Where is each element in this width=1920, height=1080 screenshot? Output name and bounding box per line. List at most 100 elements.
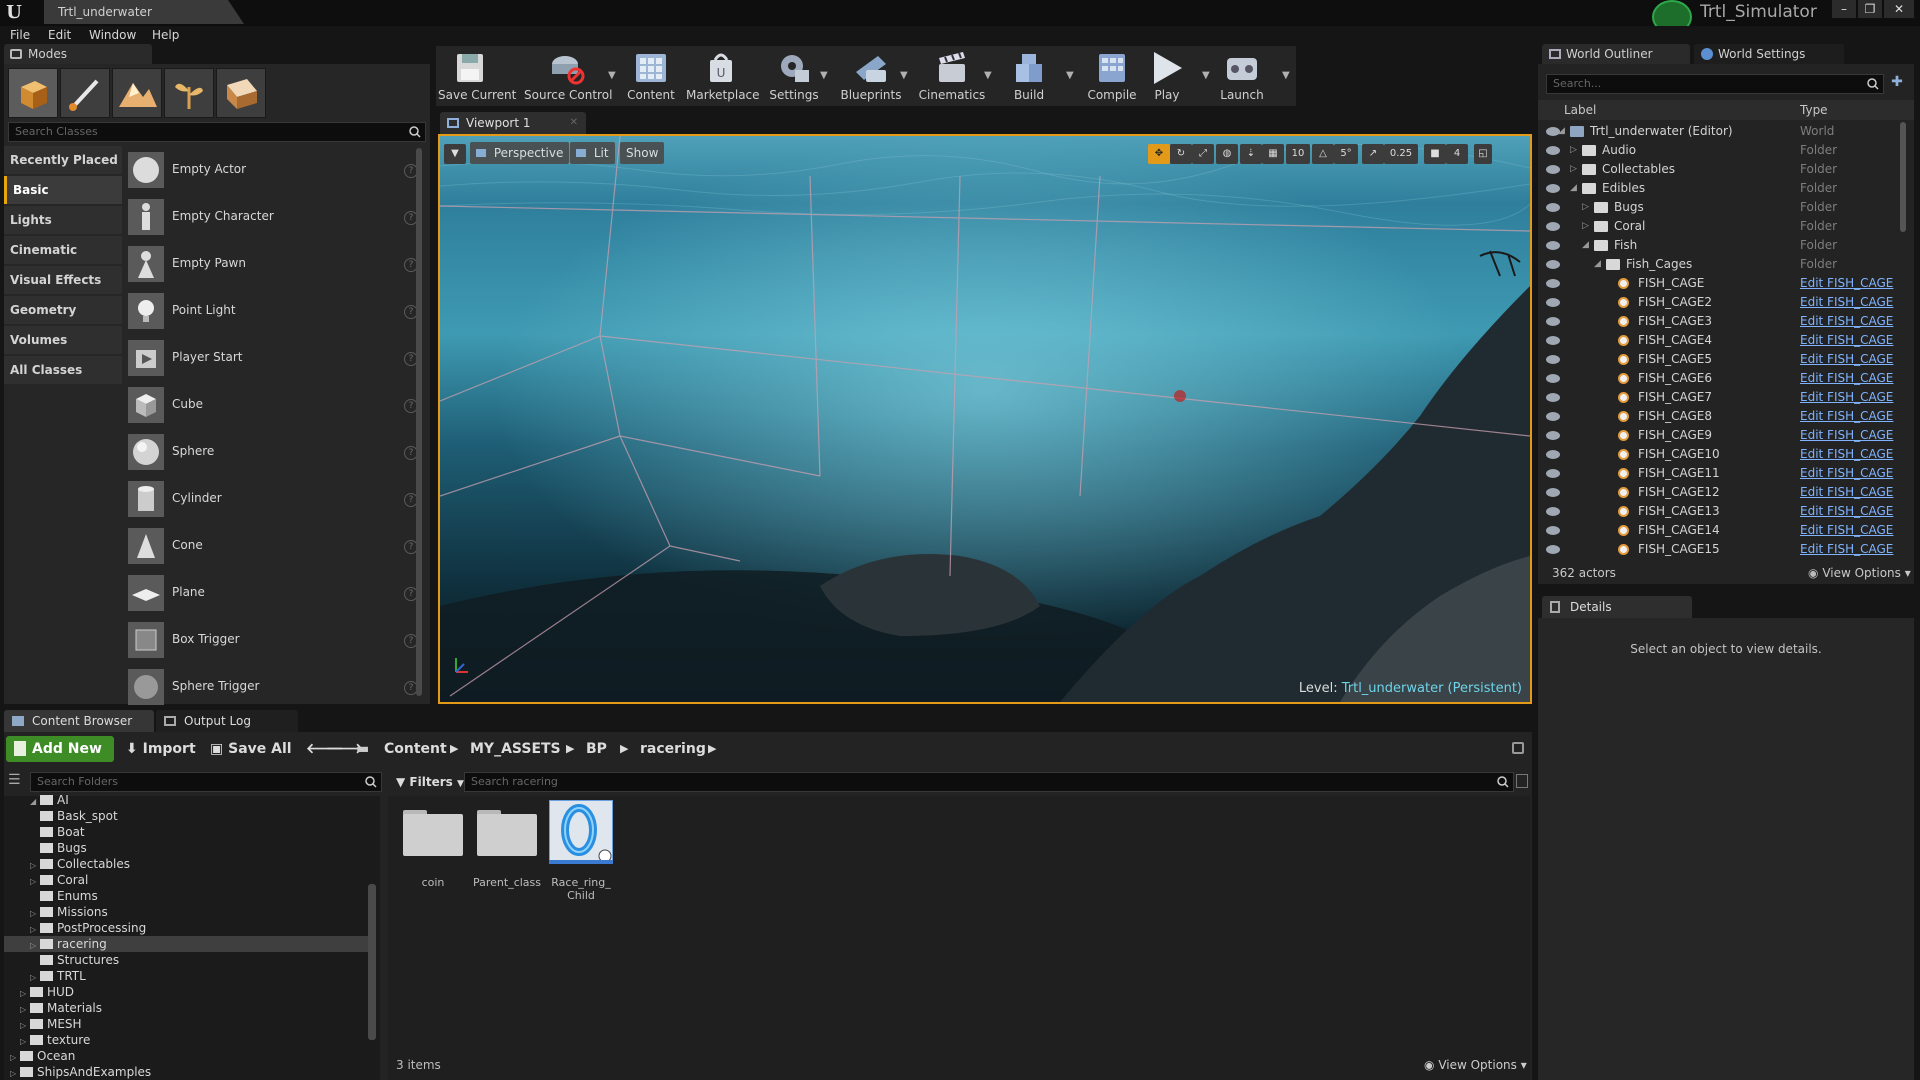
search-classes-input[interactable]: Search Classes	[8, 122, 426, 142]
label-column-header[interactable]: Label	[1564, 103, 1596, 117]
visibility-eye-icon[interactable]	[1546, 374, 1560, 383]
place-item-empty-character[interactable]: Empty Character ?	[128, 195, 418, 239]
category-cinematic[interactable]: Cinematic	[4, 236, 122, 264]
expand-arrow-icon[interactable]: ◢	[1594, 255, 1601, 274]
folder-tree-item[interactable]: ▷ Ocean	[4, 1048, 368, 1064]
outliner-row[interactable]: FISH_CAGE11 Edit FISH_CAGE	[1538, 464, 1906, 483]
visibility-eye-icon[interactable]	[1546, 260, 1560, 269]
content-button[interactable]: Content	[626, 48, 676, 106]
visibility-eye-icon[interactable]	[1546, 279, 1560, 288]
menu-help[interactable]: Help	[152, 26, 179, 44]
outliner-row-type[interactable]: Edit FISH_CAGE	[1800, 445, 1893, 464]
outliner-row[interactable]: FISH_CAGE12 Edit FISH_CAGE	[1538, 483, 1906, 502]
save-current-button[interactable]: Save Current	[438, 48, 516, 106]
place-item-player-start[interactable]: Player Start ?	[128, 336, 418, 380]
outliner-row[interactable]: ◢ Trtl_underwater (Editor) World	[1538, 122, 1906, 141]
expand-arrow-icon[interactable]: ◢	[1582, 236, 1589, 255]
details-tab[interactable]: Details	[1542, 596, 1692, 618]
outliner-row-type[interactable]: Edit FISH_CAGE	[1800, 350, 1893, 369]
lit-button[interactable]: Lit	[570, 142, 615, 164]
breadcrumb-racering[interactable]: racering	[640, 736, 706, 762]
breadcrumb-separator-icon[interactable]: ▶	[708, 736, 716, 762]
menu-edit[interactable]: Edit	[48, 26, 71, 44]
breadcrumb-separator-icon[interactable]: ▶	[620, 736, 628, 762]
folder-tree-item[interactable]: ▷ Collectables	[4, 856, 368, 872]
play-button[interactable]: Play	[1142, 48, 1192, 106]
outliner-row-type[interactable]: Edit FISH_CAGE	[1800, 274, 1893, 293]
place-item-sphere[interactable]: Sphere ?	[128, 430, 418, 474]
place-item-plane[interactable]: Plane ?	[128, 571, 418, 615]
place-item-empty-actor[interactable]: Empty Actor ?	[128, 148, 418, 192]
visibility-eye-icon[interactable]	[1546, 412, 1560, 421]
folder-tree-item[interactable]: ▷ Missions	[4, 904, 368, 920]
close-button[interactable]: ✕	[1884, 0, 1914, 18]
perspective-button[interactable]: Perspective	[470, 142, 570, 164]
visibility-eye-icon[interactable]	[1546, 450, 1560, 459]
outliner-row-type[interactable]: Edit FISH_CAGE	[1800, 407, 1893, 426]
maximize-viewport-icon[interactable]: ◱	[1474, 144, 1492, 164]
outliner-row[interactable]: FISH_CAGE Edit FISH_CAGE	[1538, 274, 1906, 293]
modes-scrollbar[interactable]	[416, 148, 422, 696]
grid-snap-icon[interactable]: ▦	[1262, 144, 1284, 164]
viewport-options-button[interactable]: ▼	[444, 144, 466, 164]
scale-tool-icon[interactable]: ⤢	[1192, 144, 1214, 164]
folder-tree-item[interactable]: ▷ Coral	[4, 872, 368, 888]
outliner-row-type[interactable]: Edit FISH_CAGE	[1800, 293, 1893, 312]
visibility-eye-icon[interactable]	[1546, 165, 1560, 174]
viewport-tab[interactable]: Viewport 1 ✕	[440, 112, 586, 134]
outliner-row-type[interactable]: Edit FISH_CAGE	[1800, 502, 1893, 521]
folder-tree-item[interactable]: ▷ Materials	[4, 1000, 368, 1016]
folder-tree-item[interactable]: Boat	[4, 824, 368, 840]
category-basic[interactable]: Basic	[4, 176, 122, 204]
asset-folder-parent-class[interactable]: Parent_class	[472, 800, 542, 889]
outliner-row[interactable]: FISH_CAGE15 Edit FISH_CAGE	[1538, 540, 1906, 558]
compile-button[interactable]: Compile	[1084, 48, 1140, 106]
grid-snap-value[interactable]: 10	[1286, 144, 1310, 164]
settings-dropdown-icon[interactable]: ▼	[820, 70, 828, 81]
scale-snap-value[interactable]: 0.25	[1384, 144, 1418, 164]
outliner-row[interactable]: ◢ Edibles Folder	[1538, 179, 1906, 198]
place-mode-button[interactable]	[8, 68, 58, 118]
lock-icon[interactable]	[1512, 742, 1524, 754]
breadcrumb-separator-icon[interactable]: ▶	[450, 736, 458, 762]
add-new-button[interactable]: Add New ▼	[6, 736, 114, 782]
surface-snap-icon[interactable]: ⇣	[1240, 144, 1262, 164]
visibility-eye-icon[interactable]	[1546, 298, 1560, 307]
outliner-row[interactable]: ▷ Collectables Folder	[1538, 160, 1906, 179]
place-item-sphere-trigger[interactable]: Sphere Trigger ?	[128, 665, 418, 709]
show-button[interactable]: Show	[620, 142, 665, 164]
outliner-scrollbar[interactable]	[1900, 122, 1906, 232]
breadcrumb-bp[interactable]: BP	[586, 736, 607, 762]
place-item-empty-pawn[interactable]: Empty Pawn ?	[128, 242, 418, 286]
outliner-row[interactable]: FISH_CAGE7 Edit FISH_CAGE	[1538, 388, 1906, 407]
play-dropdown-icon[interactable]: ▼	[1202, 70, 1210, 81]
outliner-row-type[interactable]: Edit FISH_CAGE	[1800, 483, 1893, 502]
source-control-dropdown-icon[interactable]: ▼	[608, 70, 616, 81]
minimize-button[interactable]: –	[1832, 0, 1856, 18]
folder-tree-item[interactable]: ▷ ShipsAndExamples	[4, 1064, 368, 1080]
visibility-eye-icon[interactable]	[1546, 355, 1560, 364]
category-lights[interactable]: Lights	[4, 206, 122, 234]
expand-arrow-icon[interactable]: ◢	[1558, 122, 1565, 141]
visibility-eye-icon[interactable]	[1546, 317, 1560, 326]
place-item-point-light[interactable]: Point Light ?	[128, 289, 418, 333]
expand-arrow-icon[interactable]: ▷	[1582, 217, 1589, 236]
camera-speed-value[interactable]: 4	[1446, 144, 1468, 164]
search-assets-input[interactable]: Search racering	[464, 772, 1514, 792]
folder-tree-item[interactable]: ▷ texture	[4, 1032, 368, 1048]
menu-window[interactable]: Window	[89, 26, 136, 44]
camera-speed-icon[interactable]: ■	[1424, 144, 1446, 164]
visibility-eye-icon[interactable]	[1546, 469, 1560, 478]
paint-mode-button[interactable]	[60, 68, 110, 118]
foliage-mode-button[interactable]	[164, 68, 214, 118]
outliner-row[interactable]: FISH_CAGE6 Edit FISH_CAGE	[1538, 369, 1906, 388]
world-local-icon[interactable]: ◍	[1216, 144, 1238, 164]
outliner-row[interactable]: FISH_CAGE13 Edit FISH_CAGE	[1538, 502, 1906, 521]
translate-tool-icon[interactable]: ✥	[1148, 144, 1170, 164]
geometry-edit-mode-button[interactable]	[216, 68, 266, 118]
marketplace-button[interactable]: U Marketplace	[686, 48, 760, 106]
search-folders-input[interactable]: Search Folders	[30, 772, 382, 792]
launch-dropdown-icon[interactable]: ▼	[1282, 70, 1290, 81]
expand-arrow-icon[interactable]: ▷	[1570, 160, 1577, 179]
outliner-row[interactable]: FISH_CAGE3 Edit FISH_CAGE	[1538, 312, 1906, 331]
